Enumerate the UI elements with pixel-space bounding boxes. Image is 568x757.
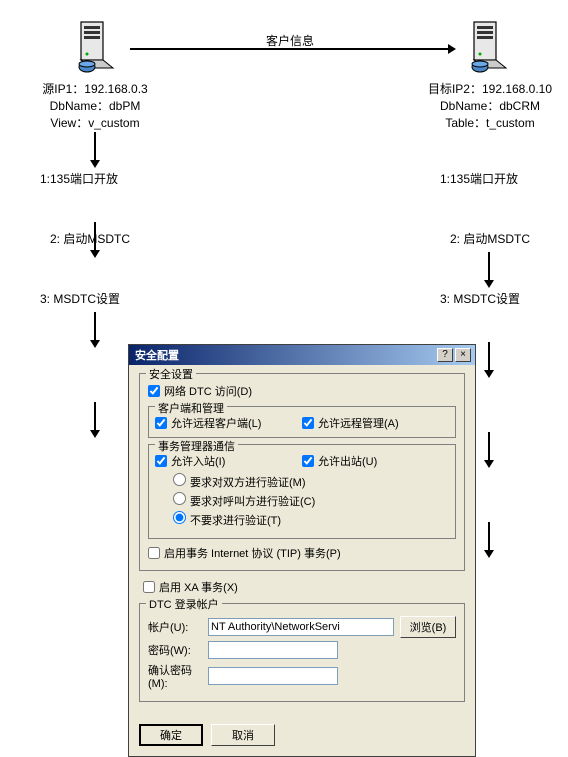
arrow-down-icon: [94, 402, 96, 432]
target-table-label: Table：t_custom: [420, 114, 560, 131]
source-view-label: View：v_custom: [30, 114, 160, 131]
account-input[interactable]: [208, 618, 394, 636]
right-step1: 1:135端口开放: [440, 170, 560, 187]
password-label: 密码(W):: [148, 642, 208, 658]
left-step2: 2: 启动MSDTC: [50, 230, 170, 247]
dtc-account-legend: DTC 登录帐户: [146, 596, 222, 612]
network-dtc-checkbox[interactable]: 网络 DTC 访问(D): [148, 383, 252, 399]
security-config-dialog: 安全配置 ? × 安全设置 网络 DTC 访问(D) 客户端和管理 允许远程客户…: [128, 344, 476, 757]
link-label: 客户信息: [250, 32, 330, 49]
no-auth-radio[interactable]: 不要求进行验证(T): [173, 511, 449, 528]
cancel-button[interactable]: 取消: [211, 724, 275, 746]
security-settings-legend: 安全设置: [146, 366, 196, 382]
close-button[interactable]: ×: [455, 348, 471, 362]
target-server-icon: [468, 20, 508, 75]
confirm-password-label: 确认密码(M):: [148, 662, 208, 690]
arrow-down-icon: [488, 342, 490, 372]
enable-xa-checkbox[interactable]: 启用 XA 事务(X): [143, 579, 465, 595]
right-step2: 2: 启动MSDTC: [450, 230, 568, 247]
client-admin-legend: 客户端和管理: [155, 400, 227, 416]
source-db-label: DbName：dbPM: [30, 97, 160, 114]
target-db-label: DbName：dbCRM: [420, 97, 560, 114]
arrow-down-icon: [488, 522, 490, 552]
source-server-icon: [75, 20, 115, 75]
target-info: 目标IP2：192.168.0.10 DbName：dbCRM Table：t_…: [420, 80, 560, 131]
allow-remote-client-checkbox[interactable]: 允许远程客户端(L): [155, 415, 290, 431]
help-button[interactable]: ?: [437, 348, 453, 362]
arrow-down-icon: [488, 252, 490, 282]
mutual-auth-radio[interactable]: 要求对双方进行验证(M): [173, 473, 449, 490]
tm-comm-group: 事务管理器通信 允许入站(I) 允许出站(U) 要求对双方进行验证(M) 要求对…: [148, 444, 456, 539]
security-settings-group: 安全设置 网络 DTC 访问(D) 客户端和管理 允许远程客户端(L) 允许远程…: [139, 373, 465, 571]
left-step1: 1:135端口开放: [40, 170, 160, 187]
account-label: 帐户(U):: [148, 619, 208, 635]
allow-remote-admin-checkbox[interactable]: 允许远程管理(A): [302, 415, 437, 431]
allow-outbound-checkbox[interactable]: 允许出站(U): [302, 453, 437, 469]
dialog-title: 安全配置: [133, 347, 435, 363]
tm-comm-legend: 事务管理器通信: [155, 438, 238, 454]
right-step3: 3: MSDTC设置: [440, 290, 560, 307]
dtc-account-group: DTC 登录帐户 帐户(U): 浏览(B) 密码(W): 确认密码(M):: [139, 603, 465, 702]
left-step3: 3: MSDTC设置: [40, 290, 160, 307]
password-input: [208, 641, 338, 659]
browse-button[interactable]: 浏览(B): [400, 616, 456, 638]
confirm-password-input: [208, 667, 338, 685]
target-ip-label: 目标IP2：192.168.0.10: [420, 80, 560, 97]
source-info: 源IP1：192.168.0.3 DbName：dbPM View：v_cust…: [30, 80, 160, 131]
arrow-down-icon: [94, 312, 96, 342]
ok-button[interactable]: 确定: [139, 724, 203, 746]
allow-inbound-checkbox[interactable]: 允许入站(I): [155, 453, 290, 469]
arrow-down-icon: [488, 432, 490, 462]
auth-radio-group: 要求对双方进行验证(M) 要求对呼叫方进行验证(C) 不要求进行验证(T): [173, 473, 449, 528]
caller-auth-radio[interactable]: 要求对呼叫方进行验证(C): [173, 492, 449, 509]
enable-tip-checkbox[interactable]: 启用事务 Internet 协议 (TIP) 事务(P): [148, 545, 341, 561]
client-admin-group: 客户端和管理 允许远程客户端(L) 允许远程管理(A): [148, 406, 456, 438]
dialog-titlebar[interactable]: 安全配置 ? ×: [129, 345, 475, 365]
source-ip-label: 源IP1：192.168.0.3: [30, 80, 160, 97]
arrow-down-icon: [94, 132, 96, 162]
